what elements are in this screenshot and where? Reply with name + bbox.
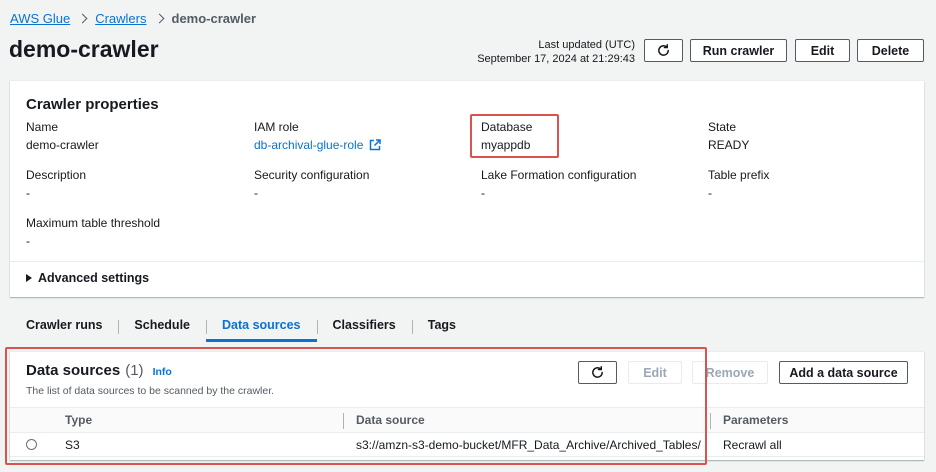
refresh-icon — [592, 365, 603, 378]
remove-data-source-button[interactable]: Remove — [692, 361, 768, 384]
edit-button[interactable]: Edit — [795, 39, 850, 62]
data-sources-count: (1) — [125, 362, 144, 379]
prop-state-value: READY — [708, 138, 750, 152]
column-data-source[interactable]: Data source — [356, 413, 425, 427]
iam-role-link[interactable]: db-archival-glue-role — [254, 137, 382, 153]
crawler-properties-title: Crawler properties — [26, 96, 159, 113]
tab-schedule[interactable]: Schedule — [118, 314, 206, 342]
tab-data-sources[interactable]: Data sources — [206, 314, 317, 342]
prop-database: Database myappdb — [481, 119, 532, 153]
breadcrumb-aws-glue[interactable]: AWS Glue — [10, 11, 70, 26]
prop-lake-formation-value: - — [481, 186, 485, 200]
prop-max-table-label: Maximum table threshold — [26, 216, 161, 230]
prop-state: State READY — [708, 119, 749, 153]
last-updated: Last updated (UTC) September 17, 2024 at… — [477, 38, 635, 66]
last-updated-value: September 17, 2024 at 21:29:43 — [477, 53, 635, 65]
prop-database-value: myappdb — [481, 138, 531, 152]
tab-tags[interactable]: Tags — [411, 314, 472, 342]
data-sources-title: Data sources — [26, 362, 121, 379]
add-data-source-button[interactable]: Add a data source — [779, 361, 908, 384]
prop-database-label: Database — [481, 120, 533, 134]
chevron-right-icon — [154, 13, 164, 23]
prop-security: Security configuration - — [254, 167, 369, 201]
prop-description-value: - — [26, 186, 30, 200]
prop-iam-role: IAM role db-archival-glue-role — [254, 119, 382, 153]
prop-max-table: Maximum table threshold - — [26, 215, 160, 249]
run-crawler-button[interactable]: Run crawler — [690, 39, 787, 62]
divider — [10, 261, 924, 262]
prop-description: Description - — [26, 167, 86, 201]
external-link-icon — [370, 139, 382, 151]
delete-button[interactable]: Delete — [857, 39, 924, 62]
column-separator — [710, 413, 711, 429]
breadcrumb-current: demo-crawler — [171, 10, 257, 26]
crawler-properties-panel: Crawler properties Name demo-crawler IAM… — [10, 81, 924, 297]
data-sources-header: Data sources (1) Info — [26, 362, 172, 379]
tab-crawler-runs[interactable]: Crawler runs — [10, 314, 118, 342]
row-parameters: Recrawl all — [723, 438, 782, 452]
refresh-data-sources-button[interactable] — [578, 361, 617, 384]
edit-data-source-button[interactable]: Edit — [628, 361, 682, 384]
breadcrumb: AWS Glue Crawlers demo-crawler — [10, 9, 256, 27]
refresh-icon — [658, 43, 669, 56]
tab-bar: Crawler runs Schedule Data sources Class… — [10, 314, 472, 342]
row-type: S3 — [65, 438, 80, 452]
tab-classifiers[interactable]: Classifiers — [316, 314, 412, 342]
prop-max-table-value: - — [26, 234, 30, 248]
table-row[interactable]: S3 s3://amzn-s3-demo-bucket/MFR_Data_Arc… — [10, 433, 924, 457]
advanced-settings-label: Advanced settings — [38, 271, 150, 285]
row-data-source: s3://amzn-s3-demo-bucket/MFR_Data_Archiv… — [356, 438, 701, 452]
page-title: demo-crawler — [9, 36, 159, 62]
prop-name: Name demo-crawler — [26, 119, 99, 153]
prop-name-value: demo-crawler — [26, 138, 99, 152]
chevron-right-icon — [77, 13, 88, 23]
row-select-radio[interactable] — [26, 439, 37, 450]
table-header: Type Data source Parameters — [10, 407, 924, 433]
prop-table-prefix-label: Table prefix — [708, 168, 770, 182]
data-sources-description: The list of data sources to be scanned b… — [26, 385, 275, 397]
prop-description-label: Description — [26, 168, 87, 182]
prop-lake-formation: Lake Formation configuration - — [481, 167, 636, 201]
prop-iam-role-label: IAM role — [254, 120, 299, 134]
caret-right-icon — [26, 274, 32, 282]
column-separator — [343, 413, 344, 429]
prop-name-label: Name — [26, 120, 59, 134]
refresh-button[interactable] — [644, 39, 683, 62]
prop-security-value: - — [254, 186, 258, 200]
prop-table-prefix: Table prefix - — [708, 167, 769, 201]
info-link[interactable]: Info — [153, 366, 172, 378]
prop-security-label: Security configuration — [254, 168, 370, 182]
prop-lake-formation-label: Lake Formation configuration — [481, 168, 637, 182]
column-parameters[interactable]: Parameters — [723, 413, 788, 427]
prop-state-label: State — [708, 120, 737, 134]
breadcrumb-crawlers[interactable]: Crawlers — [95, 11, 146, 26]
last-updated-label: Last updated (UTC) — [538, 39, 635, 51]
column-type[interactable]: Type — [65, 413, 92, 427]
prop-table-prefix-value: - — [708, 186, 712, 200]
iam-role-value[interactable]: db-archival-glue-role — [254, 137, 363, 153]
advanced-settings-toggle[interactable]: Advanced settings — [26, 271, 149, 285]
